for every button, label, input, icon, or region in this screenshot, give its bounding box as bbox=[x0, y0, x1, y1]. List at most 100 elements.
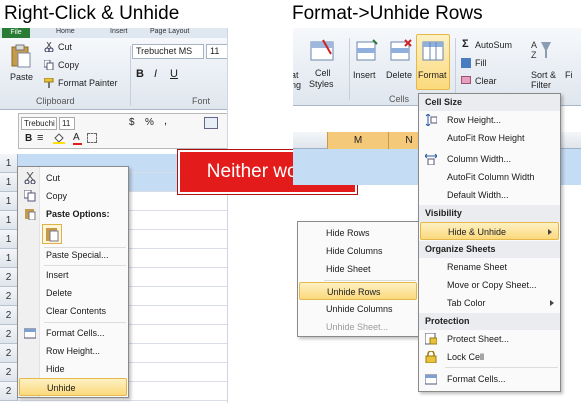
format-painter-icon[interactable] bbox=[43, 77, 54, 88]
svg-text:A: A bbox=[531, 40, 537, 50]
menu-hide-unhide[interactable]: Hide & Unhide bbox=[420, 222, 559, 240]
row-header[interactable]: 2 bbox=[0, 344, 18, 363]
menu-row-height[interactable]: Row Height... bbox=[18, 342, 128, 360]
cut-label[interactable]: Cut bbox=[58, 42, 72, 52]
organize-sheets-heading: Organize Sheets bbox=[419, 241, 560, 258]
cell-styles-label-2[interactable]: Styles bbox=[309, 79, 334, 89]
mini-bold-button[interactable]: B bbox=[25, 133, 32, 144]
insert-icon[interactable] bbox=[355, 38, 379, 64]
format-table-icon[interactable] bbox=[204, 117, 218, 129]
clear-icon[interactable] bbox=[461, 76, 471, 84]
row-header[interactable]: 1 bbox=[0, 192, 18, 211]
menu-autofit-row[interactable]: AutoFit Row Height bbox=[419, 129, 560, 147]
visibility-heading: Visibility bbox=[419, 205, 560, 222]
menu-hide-sheet[interactable]: Hide Sheet bbox=[298, 260, 418, 278]
italic-button[interactable]: I bbox=[154, 68, 157, 80]
menu-insert[interactable]: Insert bbox=[18, 266, 128, 284]
mini-size-box[interactable]: 11 bbox=[59, 117, 75, 130]
delete-icon[interactable] bbox=[389, 38, 413, 64]
menu-tab-color[interactable]: Tab Color bbox=[419, 294, 560, 312]
menu-unhide-sheet: Unhide Sheet... bbox=[326, 322, 389, 332]
row-header[interactable]: 2 bbox=[0, 306, 18, 325]
row-header[interactable]: 2 bbox=[0, 382, 18, 401]
menu-hide[interactable]: Hide bbox=[18, 360, 128, 378]
borders-icon[interactable] bbox=[87, 133, 97, 143]
format-painter-label[interactable]: Format Painter bbox=[58, 78, 118, 88]
cell-styles-label-1[interactable]: Cell bbox=[315, 68, 331, 78]
menu-hide-columns[interactable]: Hide Columns bbox=[298, 242, 418, 260]
menu-paste-special[interactable]: Paste Special... bbox=[18, 246, 128, 264]
fill-color-icon[interactable] bbox=[53, 133, 65, 144]
mini-comma-button[interactable]: , bbox=[164, 115, 167, 127]
hide-unhide-submenu: Hide Rows Hide Columns Hide Sheet Unhide… bbox=[297, 221, 419, 337]
row-header[interactable]: 1 bbox=[0, 154, 18, 173]
column-header-m[interactable]: M bbox=[327, 132, 389, 149]
partial-label-2: ng bbox=[293, 80, 302, 90]
menu-delete[interactable]: Delete bbox=[18, 284, 128, 302]
format-menu: Cell Size Row Height... AutoFit Row Heig… bbox=[418, 93, 561, 392]
menu-column-width[interactable]: Column Width... bbox=[419, 150, 560, 168]
row-header[interactable]: 2 bbox=[0, 363, 18, 382]
menu-copy[interactable]: Copy bbox=[18, 187, 128, 205]
menu-row-height[interactable]: Row Height... bbox=[419, 111, 560, 129]
fill-icon[interactable] bbox=[461, 58, 471, 68]
paste-option-icon[interactable] bbox=[42, 224, 62, 244]
mini-dollar-button[interactable]: $ bbox=[129, 117, 135, 128]
menu-unhide[interactable]: Unhide bbox=[19, 378, 127, 396]
menu-format-cells[interactable]: Format Cells... bbox=[419, 370, 560, 388]
copy-icon[interactable] bbox=[43, 59, 54, 71]
menu-protect-sheet[interactable]: Protect Sheet... bbox=[419, 330, 560, 348]
tab-home[interactable]: Home bbox=[56, 28, 75, 35]
menu-hide-rows[interactable]: Hide Rows bbox=[298, 224, 418, 242]
underline-button[interactable]: U bbox=[170, 68, 178, 80]
row-header[interactable]: 2 bbox=[0, 268, 18, 287]
mini-font-box[interactable]: Trebuchi bbox=[21, 117, 57, 130]
fill-label[interactable]: Fill bbox=[475, 58, 487, 68]
menu-clear-contents[interactable]: Clear Contents bbox=[18, 302, 128, 320]
menu-rename-sheet[interactable]: Rename Sheet bbox=[419, 258, 560, 276]
paste-icon[interactable] bbox=[10, 44, 32, 68]
sort-label-2[interactable]: Filter bbox=[531, 80, 551, 90]
tab-insert[interactable]: Insert bbox=[110, 28, 128, 35]
row-header[interactable]: 1 bbox=[0, 173, 18, 192]
font-color-icon[interactable]: A bbox=[73, 132, 82, 145]
insert-label[interactable]: Insert bbox=[353, 70, 376, 80]
menu-unhide-rows[interactable]: Unhide Rows bbox=[299, 282, 417, 300]
menu-cut[interactable]: Cut bbox=[18, 169, 128, 187]
menu-format-cells[interactable]: Format Cells... bbox=[18, 324, 128, 342]
mini-percent-button[interactable]: % bbox=[145, 117, 154, 128]
sort-filter-icon[interactable]: AZ bbox=[529, 38, 553, 64]
mini-toolbar: Trebuchi 11 B ≡ A $ % , bbox=[18, 113, 227, 149]
copy-label[interactable]: Copy bbox=[58, 60, 79, 70]
font-size-box[interactable]: 11 bbox=[206, 44, 227, 59]
tab-page-layout[interactable]: Page Layout bbox=[150, 28, 189, 35]
font-group-label: Font bbox=[192, 96, 211, 106]
font-name-box[interactable]: Trebuchet MS bbox=[132, 44, 204, 59]
autosum-label[interactable]: AutoSum bbox=[475, 40, 512, 50]
menu-autofit-column[interactable]: AutoFit Column Width bbox=[419, 168, 560, 186]
menu-lock-cell[interactable]: Lock Cell bbox=[419, 348, 560, 366]
sort-label-1[interactable]: Sort & bbox=[531, 70, 556, 80]
row-header[interactable]: 1 bbox=[0, 249, 18, 268]
row-header[interactable]: 1 bbox=[0, 211, 18, 230]
find-label[interactable]: Fi bbox=[565, 70, 573, 80]
row-header[interactable]: 1 bbox=[0, 230, 18, 249]
row-header[interactable]: 2 bbox=[0, 325, 18, 344]
clear-label[interactable]: Clear bbox=[475, 76, 497, 86]
autosum-icon[interactable]: Σ bbox=[462, 38, 469, 50]
cut-icon[interactable] bbox=[44, 41, 54, 53]
bold-button[interactable]: B bbox=[136, 68, 144, 80]
copy-icon bbox=[23, 189, 36, 202]
menu-default-width[interactable]: Default Width... bbox=[419, 186, 560, 204]
cell-styles-icon[interactable] bbox=[309, 38, 335, 64]
column-width-icon bbox=[424, 153, 438, 166]
menu-unhide-columns[interactable]: Unhide Columns bbox=[298, 300, 418, 318]
mini-align-button[interactable]: ≡ bbox=[37, 132, 43, 144]
paste-label[interactable]: Paste bbox=[10, 72, 33, 82]
row-header[interactable]: 2 bbox=[0, 287, 18, 306]
delete-label[interactable]: Delete bbox=[386, 70, 412, 80]
menu-move-copy-sheet[interactable]: Move or Copy Sheet... bbox=[419, 276, 560, 294]
tab-file[interactable]: File bbox=[2, 28, 30, 38]
format-label: Format bbox=[418, 70, 447, 80]
cell-size-heading: Cell Size bbox=[419, 94, 560, 111]
